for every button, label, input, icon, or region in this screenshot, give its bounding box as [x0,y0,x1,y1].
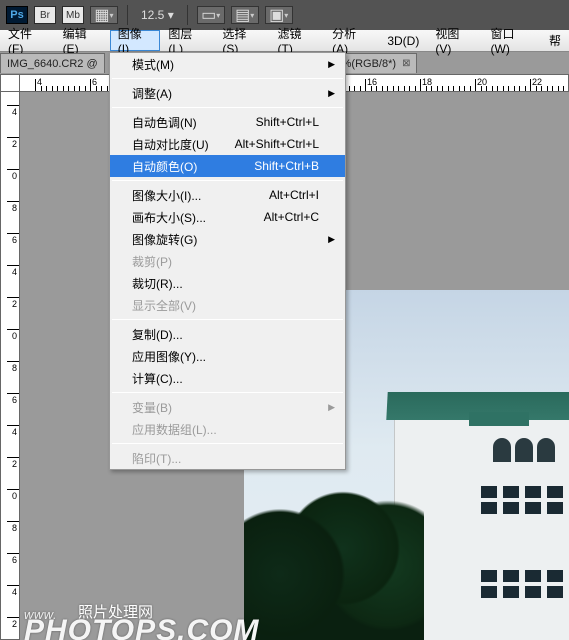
menu-select[interactable]: 选择(S) [214,30,269,51]
chevron-down-icon: ▾ [110,11,114,20]
document-tab-label: %(RGB/8*) [342,58,396,70]
shortcut-label: Alt+Ctrl+I [269,188,319,202]
menu-apply-image[interactable]: 应用图像(Y)... [110,345,345,367]
menu-layer[interactable]: 图层(L) [160,30,214,51]
menu-window[interactable]: 窗口(W) [483,30,541,51]
shortcut-label: Alt+Ctrl+C [264,210,319,224]
menu-filter[interactable]: 滤镜(T) [270,30,325,51]
menu-crop: 裁剪(P) [110,250,345,272]
chevron-right-icon: ▶ [328,88,335,99]
menu-image-size[interactable]: 图像大小(I)...Alt+Ctrl+I [110,184,345,206]
zoom-value[interactable]: 12.5 ▾ [137,8,178,22]
shortcut-label: Shift+Ctrl+B [254,159,319,173]
chevron-down-icon: ▾ [250,11,254,20]
chevron-down-icon: ▾ [216,11,220,20]
menu-auto-tone[interactable]: 自动色调(N)Shift+Ctrl+L [110,111,345,133]
menu-trim[interactable]: 裁切(R)... [110,272,345,294]
vertical-ruler[interactable]: 42086420864208642 [0,74,20,640]
extras-button[interactable]: ▣▾ [265,6,293,24]
screenmode-icon: ▦ [94,5,109,25]
extras-icon: ▣ [269,5,284,25]
ps-logo-icon: Ps [6,6,28,24]
document-tab-label: IMG_6640.CR2 @ [7,58,98,70]
menu-calculations[interactable]: 计算(C)... [110,367,345,389]
menu-analysis[interactable]: 分析(A) [324,30,379,51]
menu-edit[interactable]: 编辑(E) [55,30,110,51]
minibridge-button[interactable]: Mb [62,6,84,24]
menu-mode[interactable]: 模式(M)▶ [110,53,345,75]
document-tab[interactable]: IMG_6640.CR2 @ [0,53,105,73]
grid-button[interactable]: ▤▾ [231,6,259,24]
chevron-down-icon: ▾ [284,11,288,20]
chevron-right-icon: ▶ [328,402,335,413]
arrange-button[interactable]: ▭▾ [197,6,225,24]
separator [127,5,128,25]
windows [493,438,555,462]
image-menu-dropdown: 模式(M)▶ 调整(A)▶ 自动色调(N)Shift+Ctrl+L 自动对比度(… [109,52,346,470]
watermark-domain: PHOTOPS.COM [24,614,259,640]
menu-help[interactable]: 帮 [541,30,569,51]
menu-variables: 变量(B)▶ [110,396,345,418]
menu-auto-contrast[interactable]: 自动对比度(U)Alt+Shift+Ctrl+L [110,133,345,155]
menu-image-rotation[interactable]: 图像旋转(G)▶ [110,228,345,250]
menu-duplicate[interactable]: 复制(D)... [110,323,345,345]
menu-canvas-size[interactable]: 画布大小(S)...Alt+Ctrl+C [110,206,345,228]
chevron-right-icon: ▶ [328,59,335,70]
close-icon[interactable]: ⊠ [402,58,410,69]
menu-3d[interactable]: 3D(D) [379,30,427,51]
grid-icon: ▤ [235,5,250,25]
trees-region [244,472,424,640]
menu-trap: 陷印(T)... [110,447,345,469]
menu-apply-dataset: 应用数据组(L)... [110,418,345,440]
menu-reveal-all: 显示全部(V) [110,294,345,316]
bridge-button[interactable]: Br [34,6,56,24]
shortcut-label: Shift+Ctrl+L [256,115,319,129]
roof [469,412,529,426]
arrange-icon: ▭ [201,5,216,25]
menu-image[interactable]: 图像(I) [110,30,161,51]
separator [112,443,343,444]
screenmode-button[interactable]: ▦▾ [90,6,118,24]
menu-file[interactable]: 文件(F) [0,30,55,51]
separator [112,107,343,108]
menu-view[interactable]: 视图(V) [427,30,482,51]
separator [112,78,343,79]
separator [187,5,188,25]
separator [112,392,343,393]
chevron-right-icon: ▶ [328,234,335,245]
separator [112,319,343,320]
ruler-corner [0,74,20,92]
menu-adjustments[interactable]: 调整(A)▶ [110,82,345,104]
shortcut-label: Alt+Shift+Ctrl+L [235,137,319,151]
main-menubar: 文件(F) 编辑(E) 图像(I) 图层(L) 选择(S) 滤镜(T) 分析(A… [0,30,569,52]
menu-auto-color[interactable]: 自动颜色(O)Shift+Ctrl+B [110,155,345,177]
document-tab[interactable]: %(RGB/8*) ⊠ [335,53,418,73]
separator [112,180,343,181]
